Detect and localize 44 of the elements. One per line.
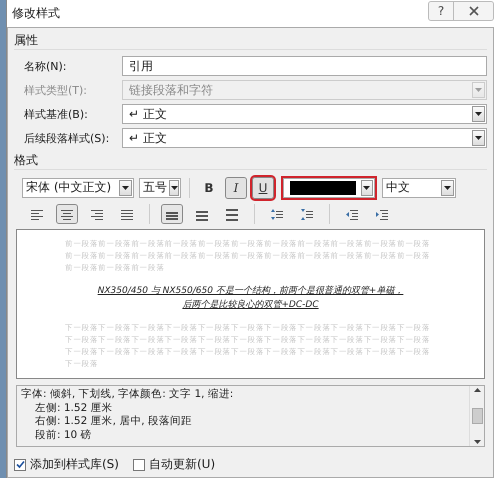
color-dropdown[interactable] [283, 178, 375, 198]
description-line: 左侧: 1.52 厘米 [34, 402, 114, 415]
input-field[interactable]: 引用 [122, 56, 487, 76]
space-after-icon [301, 208, 313, 221]
bold-button[interactable]: B [198, 176, 220, 199]
justify-icon [121, 208, 133, 221]
dropdown-field[interactable]: ↵ 正文 [122, 128, 487, 148]
section-heading: 属性 [14, 32, 38, 49]
spacing-single-button[interactable] [161, 204, 183, 224]
description-line: 右侧: 1.52 厘米, 居中, 段落间距 [34, 415, 193, 428]
field-label: 样式类型(T): [24, 82, 88, 98]
description-line: 段前: 10 磅 [34, 428, 93, 442]
checkbox[interactable] [132, 458, 145, 470]
font-dropdown[interactable]: 宋体 (中文正文) [22, 178, 134, 198]
scroll-up-icon[interactable] [474, 388, 480, 392]
checkbox[interactable] [14, 458, 26, 470]
align-left-icon [31, 208, 43, 221]
size-dropdown[interactable]: 五号 [139, 178, 181, 198]
indent-increase-icon [376, 208, 388, 221]
align-center-icon [61, 208, 73, 221]
dropdown-field[interactable]: ↵ 正文 [122, 104, 487, 124]
checkmark-icon [16, 460, 24, 469]
align-right-icon [91, 208, 103, 221]
scroll-down-icon[interactable] [474, 440, 480, 444]
scrollbar-thumb[interactable] [472, 408, 482, 424]
italic-button[interactable]: I [225, 176, 247, 199]
space-before-icon [271, 208, 283, 221]
indent-decrease-icon [346, 208, 358, 221]
close-icon [468, 6, 478, 16]
language-dropdown[interactable]: 中文 [382, 178, 456, 198]
window-title: 修改样式 [12, 5, 61, 22]
sample-text: NX350/450 与 NX550/650 不是一个结构，前两个是很普通的双管+单磁，后两个是比较良心的双管+DC-DC [96, 284, 404, 312]
field-label: 名称(N): [24, 58, 68, 74]
checkbox-label: 添加到样式库(S) [30, 456, 119, 473]
description-line: 字体: 倾斜, 下划线, 字体颜色: 文字 1, 缩进: [21, 388, 234, 402]
help-button[interactable]: ? [428, 0, 454, 20]
spacing-double-icon [226, 208, 238, 221]
align-center-button[interactable] [56, 204, 78, 224]
section-heading: 格式 [14, 152, 38, 169]
field-label: 后续段落样式(S): [24, 130, 110, 146]
checkbox-label: 自动更新(U) [148, 456, 216, 473]
close-button[interactable] [454, 0, 494, 20]
field-label: 样式基准(B): [24, 106, 89, 122]
underline-button[interactable]: U [252, 176, 274, 199]
